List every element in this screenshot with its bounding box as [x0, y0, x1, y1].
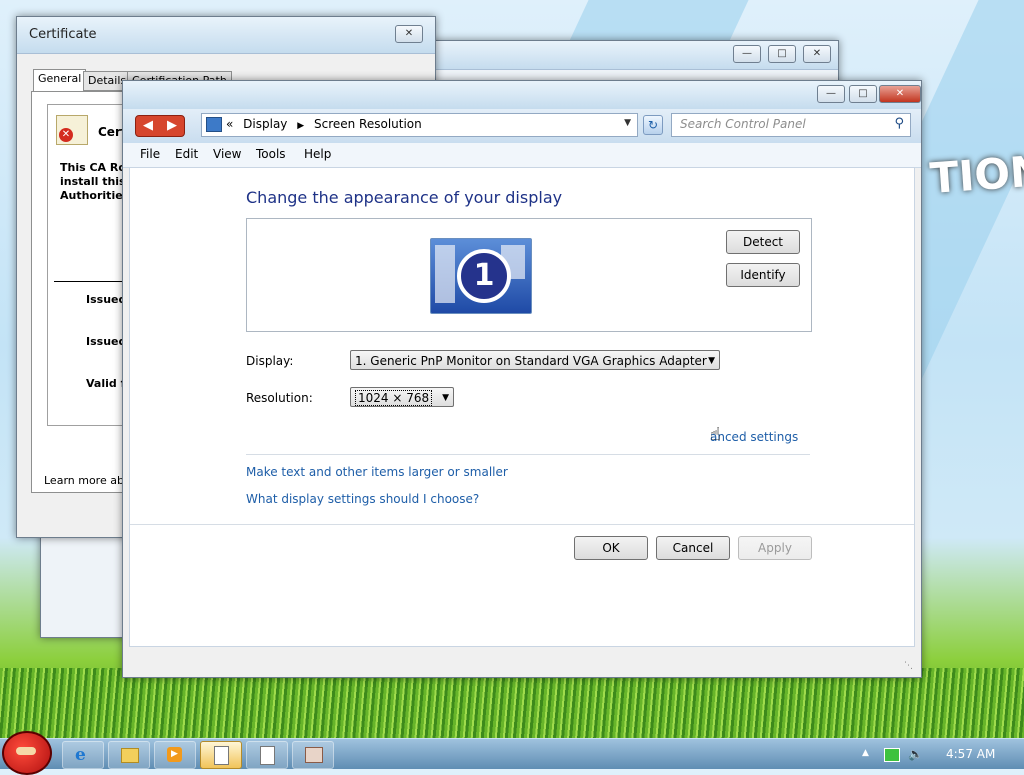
cancel-button[interactable]: Cancel	[656, 536, 730, 560]
taskbar-document-active[interactable]	[200, 741, 242, 769]
monitor-number: 1	[457, 249, 511, 303]
wallpaper-grass	[0, 668, 1024, 740]
display-label: Display:	[246, 354, 294, 368]
apply-button[interactable]: Apply	[738, 536, 812, 560]
refresh-icon[interactable]: ↻	[643, 115, 663, 135]
resolution-label: Resolution:	[246, 391, 313, 405]
media-player-icon: ▶	[167, 747, 182, 762]
minimize-icon[interactable]: —	[817, 85, 845, 103]
breadcrumb-separator: «	[226, 117, 234, 131]
taskbar: e ▶ ▲ 🔈 4:57 AM	[0, 731, 1024, 775]
network-icon[interactable]	[884, 748, 900, 762]
display-select-value: 1. Generic PnP Monitor on Standard VGA G…	[355, 354, 707, 368]
divider	[130, 524, 914, 525]
start-button[interactable]	[2, 731, 52, 775]
folder-icon	[121, 748, 139, 763]
issued-by-label: Issued	[86, 335, 127, 348]
show-hidden-icons-icon[interactable]: ▲	[862, 748, 869, 758]
taskbar-document[interactable]	[246, 741, 288, 769]
certificate-text-line: Authorities	[60, 189, 130, 202]
resolution-select-value: 1024 × 768	[355, 390, 433, 406]
menu-view[interactable]: View	[213, 147, 241, 161]
navigation-bar: ◀ ▶ « Display ▶ Screen Resolution ▼ ↻ Sea…	[123, 109, 921, 143]
internet-explorer-icon: e	[75, 745, 86, 765]
tab-general[interactable]: General	[33, 69, 87, 92]
certificate-title: Certificate	[29, 27, 97, 42]
issued-to-label: Issued	[86, 293, 127, 306]
menu-edit[interactable]: Edit	[175, 147, 198, 161]
close-icon[interactable]: ✕	[879, 85, 921, 103]
display-help-link[interactable]: What display settings should I choose?	[246, 492, 479, 506]
search-input[interactable]: Search Control Panel ⚲	[671, 113, 911, 137]
display-select[interactable]: 1. Generic PnP Monitor on Standard VGA G…	[350, 350, 720, 370]
maximize-icon[interactable]: □	[768, 45, 796, 63]
resize-grip-icon[interactable]: ⋱	[904, 661, 913, 671]
divider	[246, 454, 810, 455]
chevron-down-icon: ▼	[708, 356, 715, 366]
breadcrumb: « Display ▶ Screen Resolution	[226, 117, 422, 131]
search-icon[interactable]: ⚲	[894, 116, 904, 131]
identify-button[interactable]: Identify	[726, 263, 800, 287]
monitor-window-graphic	[435, 245, 455, 303]
ok-button[interactable]: OK	[574, 536, 648, 560]
menu-tools[interactable]: Tools	[256, 147, 286, 161]
chevron-down-icon: ▼	[442, 393, 449, 403]
monitor-preview: 1 Detect Identify	[246, 218, 812, 332]
close-icon[interactable]: ✕	[395, 25, 423, 43]
screen-resolution-window: — □ ✕ ◀ ▶ « Display ▶ Screen Resolution ▼…	[122, 80, 922, 678]
certificate-titlebar: Certificate ✕	[17, 17, 435, 54]
chevron-right-icon[interactable]: ▶	[297, 121, 304, 131]
window-titlebar: — □ ✕	[123, 81, 921, 110]
volume-muted-icon[interactable]: 🔈	[908, 748, 923, 760]
taskbar-media-player[interactable]: ▶	[154, 741, 196, 769]
navigation-buttons: ◀ ▶	[135, 115, 185, 137]
breadcrumb-screen-resolution[interactable]: Screen Resolution	[314, 117, 422, 131]
page-title: Change the appearance of your display	[246, 188, 563, 207]
taskbar-control-panel[interactable]	[292, 741, 334, 769]
detect-button[interactable]: Detect	[726, 230, 800, 254]
back-icon[interactable]: ◀	[136, 116, 160, 136]
control-panel-icon	[305, 747, 323, 763]
content-pane: Change the appearance of your display 1 …	[129, 167, 915, 647]
menu-help[interactable]: Help	[304, 147, 331, 161]
text-size-link[interactable]: Make text and other items larger or smal…	[246, 465, 508, 479]
document-icon	[260, 746, 275, 765]
address-bar[interactable]: « Display ▶ Screen Resolution ▼	[201, 113, 638, 137]
document-icon	[214, 746, 229, 765]
advanced-settings-link[interactable]: anced settings	[710, 430, 798, 444]
close-icon[interactable]: ✕	[803, 45, 831, 63]
menu-bar: File Edit View Tools Help	[123, 143, 921, 168]
start-logo-graphic	[16, 747, 36, 755]
forward-icon[interactable]: ▶	[160, 116, 184, 136]
clock[interactable]: 4:57 AM	[946, 747, 995, 761]
wallpaper-text: TION	[928, 146, 1024, 203]
taskbar-explorer[interactable]	[108, 741, 150, 769]
search-placeholder: Search Control Panel	[680, 117, 806, 131]
monitor-icon[interactable]: 1	[430, 238, 532, 314]
taskbar-internet-explorer[interactable]: e	[62, 741, 104, 769]
breadcrumb-display[interactable]: Display	[243, 117, 287, 131]
menu-file[interactable]: File	[140, 147, 160, 161]
certificate-error-icon: ✕	[56, 115, 88, 145]
minimize-icon[interactable]: —	[733, 45, 761, 63]
resolution-select[interactable]: 1024 × 768 ▼	[350, 387, 454, 407]
control-panel-icon	[206, 117, 222, 132]
maximize-icon[interactable]: □	[849, 85, 877, 103]
chevron-down-icon[interactable]: ▼	[624, 118, 631, 128]
hand-cursor-icon: ☝	[710, 424, 721, 445]
